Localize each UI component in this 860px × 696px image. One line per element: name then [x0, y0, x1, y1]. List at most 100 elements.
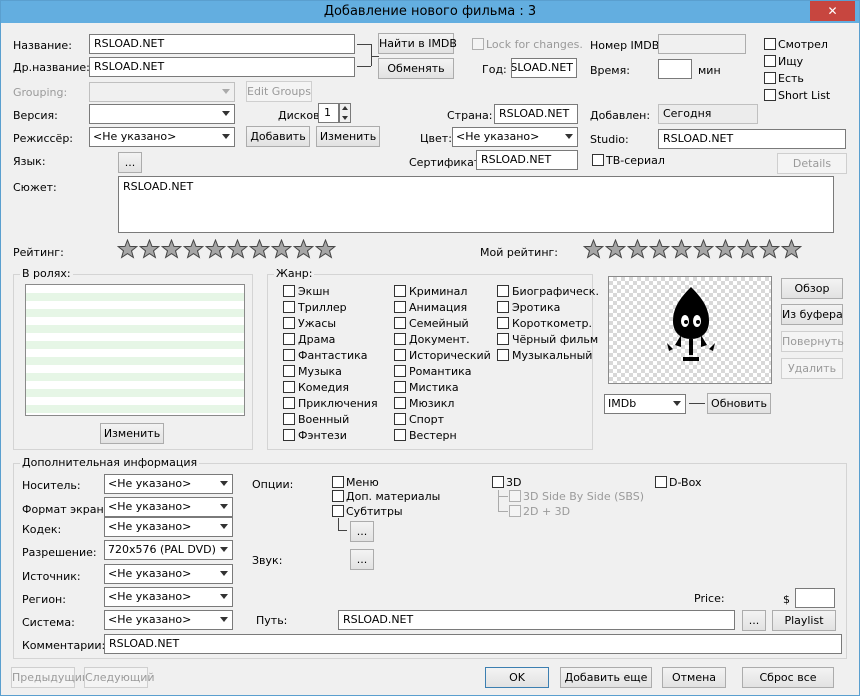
- version-combo[interactable]: [89, 104, 235, 124]
- extras-checkbox[interactable]: [332, 490, 344, 502]
- genre-checkbox[interactable]: [394, 333, 406, 345]
- subtitles-checkbox[interactable]: [332, 505, 344, 517]
- genre-option[interactable]: Романтика: [394, 365, 472, 378]
- edit-groups-button[interactable]: Edit Groups: [246, 81, 312, 102]
- star-icon[interactable]: [715, 239, 736, 259]
- short-list-checkbox[interactable]: [764, 89, 776, 101]
- star-icon[interactable]: [649, 239, 670, 259]
- genre-option[interactable]: Вестерн: [394, 429, 457, 442]
- discs-spinner[interactable]: [339, 103, 351, 123]
- imdb-number-input[interactable]: [658, 34, 746, 54]
- alt-name-input[interactable]: RSLOAD.NET: [89, 57, 355, 77]
- add-more-button[interactable]: Добавить еще: [560, 667, 652, 688]
- genre-checkbox[interactable]: [283, 413, 295, 425]
- star-icon[interactable]: [249, 239, 270, 259]
- have-checkbox[interactable]: [764, 72, 776, 84]
- add-director-button[interactable]: Добавить: [246, 126, 310, 147]
- star-icon[interactable]: [315, 239, 336, 259]
- update-poster-button[interactable]: Обновить: [707, 393, 771, 414]
- genre-option[interactable]: Экшн: [283, 285, 330, 298]
- genre-checkbox[interactable]: [283, 397, 295, 409]
- star-icon[interactable]: [293, 239, 314, 259]
- genre-option[interactable]: Криминал: [394, 285, 467, 298]
- star-icon[interactable]: [161, 239, 182, 259]
- screen-format-combo[interactable]: <Не указано>: [104, 497, 233, 517]
- star-icon[interactable]: [759, 239, 780, 259]
- genre-checkbox[interactable]: [497, 285, 509, 297]
- star-icon[interactable]: [627, 239, 648, 259]
- cancel-button[interactable]: Отмена: [662, 667, 726, 688]
- cast-list[interactable]: [25, 284, 245, 416]
- browse-poster-button[interactable]: Обзор: [781, 278, 843, 299]
- genre-checkbox[interactable]: [283, 301, 295, 313]
- genre-option[interactable]: Мистика: [394, 381, 459, 394]
- swap-button[interactable]: Обменять: [378, 58, 454, 79]
- cast-edit-button[interactable]: Изменить: [100, 423, 164, 444]
- ok-button[interactable]: OK: [485, 667, 549, 688]
- dbox-checkbox[interactable]: [655, 476, 667, 488]
- genre-option[interactable]: Документ.: [394, 333, 470, 346]
- genre-checkbox[interactable]: [283, 349, 295, 361]
- star-icon[interactable]: [139, 239, 160, 259]
- subtitles-more-button[interactable]: ...: [350, 521, 374, 542]
- plot-textarea[interactable]: RSLOAD.NET: [118, 176, 834, 233]
- star-icon[interactable]: [271, 239, 292, 259]
- watched-checkbox[interactable]: [764, 38, 776, 50]
- poster-source-combo[interactable]: IMDb: [604, 394, 686, 414]
- lock-checkbox[interactable]: [472, 38, 484, 50]
- name-input[interactable]: RSLOAD.NET: [89, 34, 355, 54]
- genre-option[interactable]: Мюзикл: [394, 397, 454, 410]
- sbs-checkbox[interactable]: [509, 490, 521, 502]
- star-icon[interactable]: [227, 239, 248, 259]
- codec-combo[interactable]: <Не указано>: [104, 517, 233, 537]
- playlist-button[interactable]: Playlist: [772, 610, 836, 631]
- genre-checkbox[interactable]: [283, 317, 295, 329]
- genre-checkbox[interactable]: [394, 429, 406, 441]
- path-input[interactable]: RSLOAD.NET: [338, 610, 735, 630]
- genre-checkbox[interactable]: [283, 429, 295, 441]
- reset-all-button[interactable]: Сброс все: [742, 667, 834, 688]
- time-input[interactable]: [658, 59, 692, 79]
- genre-checkbox[interactable]: [283, 333, 295, 345]
- genre-checkbox[interactable]: [394, 349, 406, 361]
- genre-option[interactable]: Комедия: [283, 381, 349, 394]
- language-button[interactable]: ...: [118, 152, 142, 173]
- find-imdb-button[interactable]: Найти в IMDB: [378, 33, 457, 54]
- genre-checkbox[interactable]: [394, 365, 406, 377]
- comments-input[interactable]: RSLOAD.NET: [104, 634, 842, 654]
- price-input[interactable]: [795, 588, 835, 608]
- genre-option[interactable]: Исторический: [394, 349, 491, 362]
- genre-checkbox[interactable]: [497, 349, 509, 361]
- resolution-combo[interactable]: 720x576 (PAL DVD): [104, 540, 233, 560]
- genre-checkbox[interactable]: [394, 317, 406, 329]
- source-combo[interactable]: <Не указано>: [104, 564, 233, 584]
- genre-option[interactable]: Биографическ.: [497, 285, 599, 298]
- close-button[interactable]: ✕: [810, 1, 855, 21]
- genre-checkbox[interactable]: [497, 301, 509, 313]
- director-combo[interactable]: <Не указано>: [89, 127, 235, 147]
- sound-more-button[interactable]: ...: [350, 549, 374, 570]
- delete-poster-button[interactable]: Удалить: [781, 358, 843, 379]
- genre-checkbox[interactable]: [394, 301, 406, 313]
- star-icon[interactable]: [605, 239, 626, 259]
- menu-checkbox[interactable]: [332, 476, 344, 488]
- genre-option[interactable]: Приключения: [283, 397, 378, 410]
- next-button[interactable]: Следующий: [84, 667, 155, 688]
- year-input[interactable]: RSLOAD.NET: [511, 58, 577, 78]
- star-icon[interactable]: [671, 239, 692, 259]
- genre-checkbox[interactable]: [283, 365, 295, 377]
- previous-button[interactable]: Предыдущий: [11, 667, 89, 688]
- star-icon[interactable]: [693, 239, 714, 259]
- rotate-button[interactable]: Повернуть: [781, 331, 844, 352]
- genre-option[interactable]: Спорт: [394, 413, 444, 426]
- genre-option[interactable]: Семейный: [394, 317, 469, 330]
- genre-option[interactable]: Музыкальный: [497, 349, 592, 362]
- studio-input[interactable]: RSLOAD.NET: [658, 129, 846, 149]
- discs-input[interactable]: 1: [318, 103, 339, 123]
- genre-option[interactable]: Ужасы: [283, 317, 336, 330]
- edit-director-button[interactable]: Изменить: [316, 126, 380, 147]
- 2d3d-checkbox[interactable]: [509, 505, 521, 517]
- star-icon[interactable]: [205, 239, 226, 259]
- genre-option[interactable]: Чёрный фильм: [497, 333, 598, 346]
- genre-checkbox[interactable]: [394, 413, 406, 425]
